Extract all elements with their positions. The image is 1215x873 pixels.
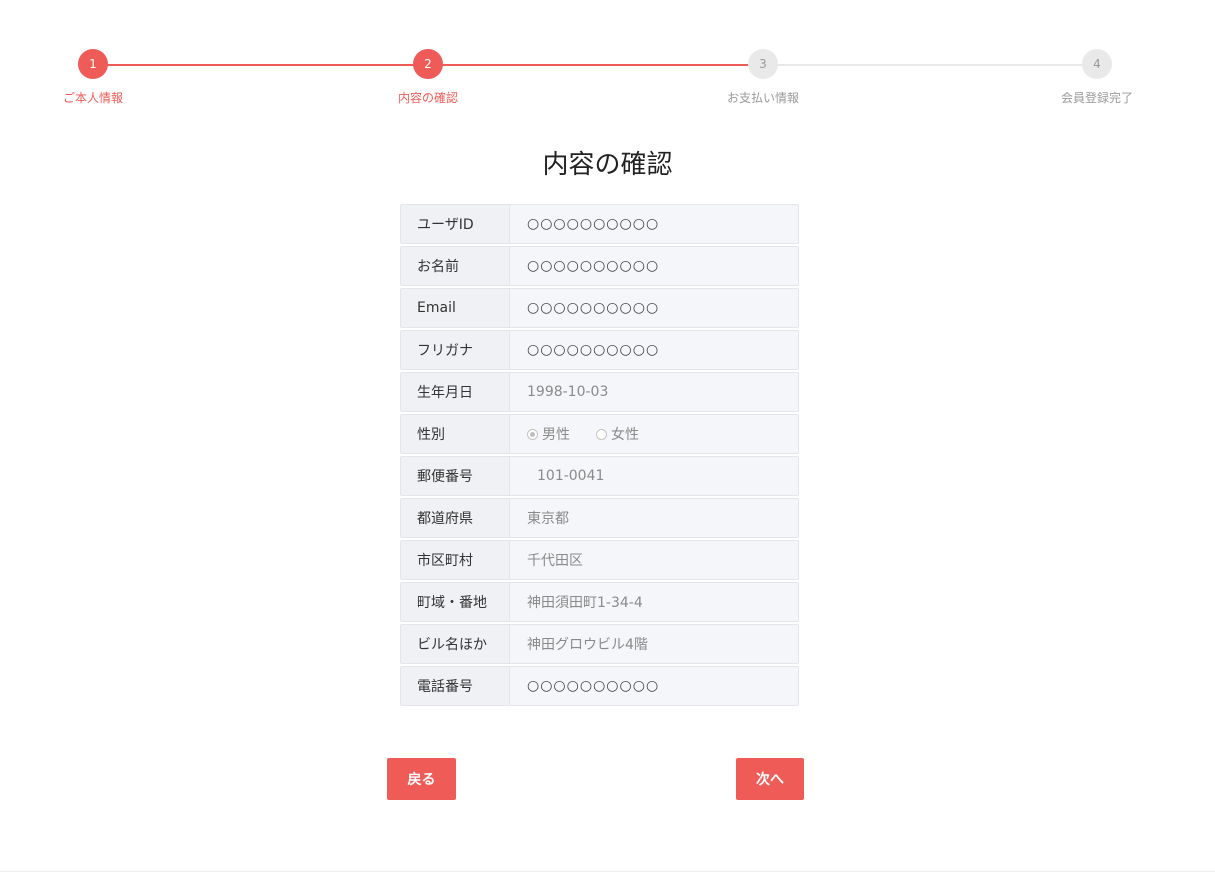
row-phone: 電話番号 ○○○○○○○○○○	[400, 666, 799, 706]
confirmation-table: ユーザID ○○○○○○○○○○ お名前 ○○○○○○○○○○ Email ○○…	[400, 204, 799, 708]
row-gender: 性別 男性 女性	[400, 414, 799, 454]
radio-checked-icon	[527, 428, 538, 440]
step-label: ご本人情報	[62, 91, 123, 105]
field-value: ○○○○○○○○○○	[527, 678, 660, 694]
page-title: 内容の確認	[542, 150, 673, 180]
step-personal-info: 1 ご本人情報	[13, 49, 173, 106]
radio-label: 女性	[611, 427, 639, 443]
field-label: 性別	[401, 415, 510, 453]
row-name: お名前 ○○○○○○○○○○	[400, 246, 799, 286]
step-number: 3	[748, 49, 778, 79]
field-value: ○○○○○○○○○○	[527, 300, 660, 316]
field-value: 神田グロウビル4階	[527, 637, 648, 653]
step-number: 1	[78, 49, 108, 79]
field-label: ビル名ほか	[401, 625, 510, 663]
step-confirmation: 2 内容の確認	[348, 49, 508, 106]
field-label: フリガナ	[401, 331, 510, 369]
row-furigana: フリガナ ○○○○○○○○○○	[400, 330, 799, 370]
radio-unchecked-icon	[596, 428, 607, 440]
row-prefecture: 都道府県 東京都	[400, 498, 799, 538]
radio-label: 男性	[542, 427, 570, 443]
step-registration-complete: 4 会員登録完了	[1017, 49, 1177, 106]
field-label: ユーザID	[401, 205, 510, 243]
back-button[interactable]: 戻る	[387, 758, 456, 800]
field-value: 千代田区	[527, 553, 583, 569]
row-postal-code: 郵便番号 101-0041	[400, 456, 799, 496]
field-value: ○○○○○○○○○○	[527, 258, 660, 274]
field-value: ○○○○○○○○○○	[527, 216, 660, 232]
row-user-id: ユーザID ○○○○○○○○○○	[400, 204, 799, 244]
step-number: 2	[413, 49, 443, 79]
field-label: 都道府県	[401, 499, 510, 537]
field-label: 市区町村	[401, 541, 510, 579]
field-label: 町域・番地	[401, 583, 510, 621]
step-label: お支払い情報	[726, 91, 799, 105]
row-birthdate: 生年月日 1998-10-03	[400, 372, 799, 412]
field-label: 郵便番号	[401, 457, 510, 495]
row-address: 町域・番地 神田須田町1-34-4	[400, 582, 799, 622]
gender-options: 男性 女性	[510, 415, 798, 453]
row-email: Email ○○○○○○○○○○	[400, 288, 799, 328]
footer-divider	[0, 871, 1215, 872]
step-label: 会員登録完了	[1060, 91, 1133, 105]
field-value: 神田須田町1-34-4	[527, 595, 643, 611]
field-value: 東京都	[527, 511, 569, 527]
step-payment-info: 3 お支払い情報	[683, 49, 843, 106]
field-value: 1998-10-03	[527, 384, 609, 400]
field-label: お名前	[401, 247, 510, 285]
row-building: ビル名ほか 神田グロウビル4階	[400, 624, 799, 664]
field-label: 電話番号	[401, 667, 510, 705]
field-value: 101-0041	[537, 468, 605, 484]
field-label: 生年月日	[401, 373, 510, 411]
field-value: ○○○○○○○○○○	[527, 342, 660, 358]
next-button[interactable]: 次へ	[736, 758, 804, 800]
step-label: 内容の確認	[397, 91, 458, 105]
row-city: 市区町村 千代田区	[400, 540, 799, 580]
gender-radio-male[interactable]: 男性	[527, 424, 570, 444]
gender-radio-female[interactable]: 女性	[596, 424, 639, 444]
field-label: Email	[401, 289, 510, 327]
step-number: 4	[1082, 49, 1112, 79]
progress-stepper: 1 ご本人情報 2 内容の確認 3 お支払い情報 4 会員登録完了	[0, 0, 1215, 120]
